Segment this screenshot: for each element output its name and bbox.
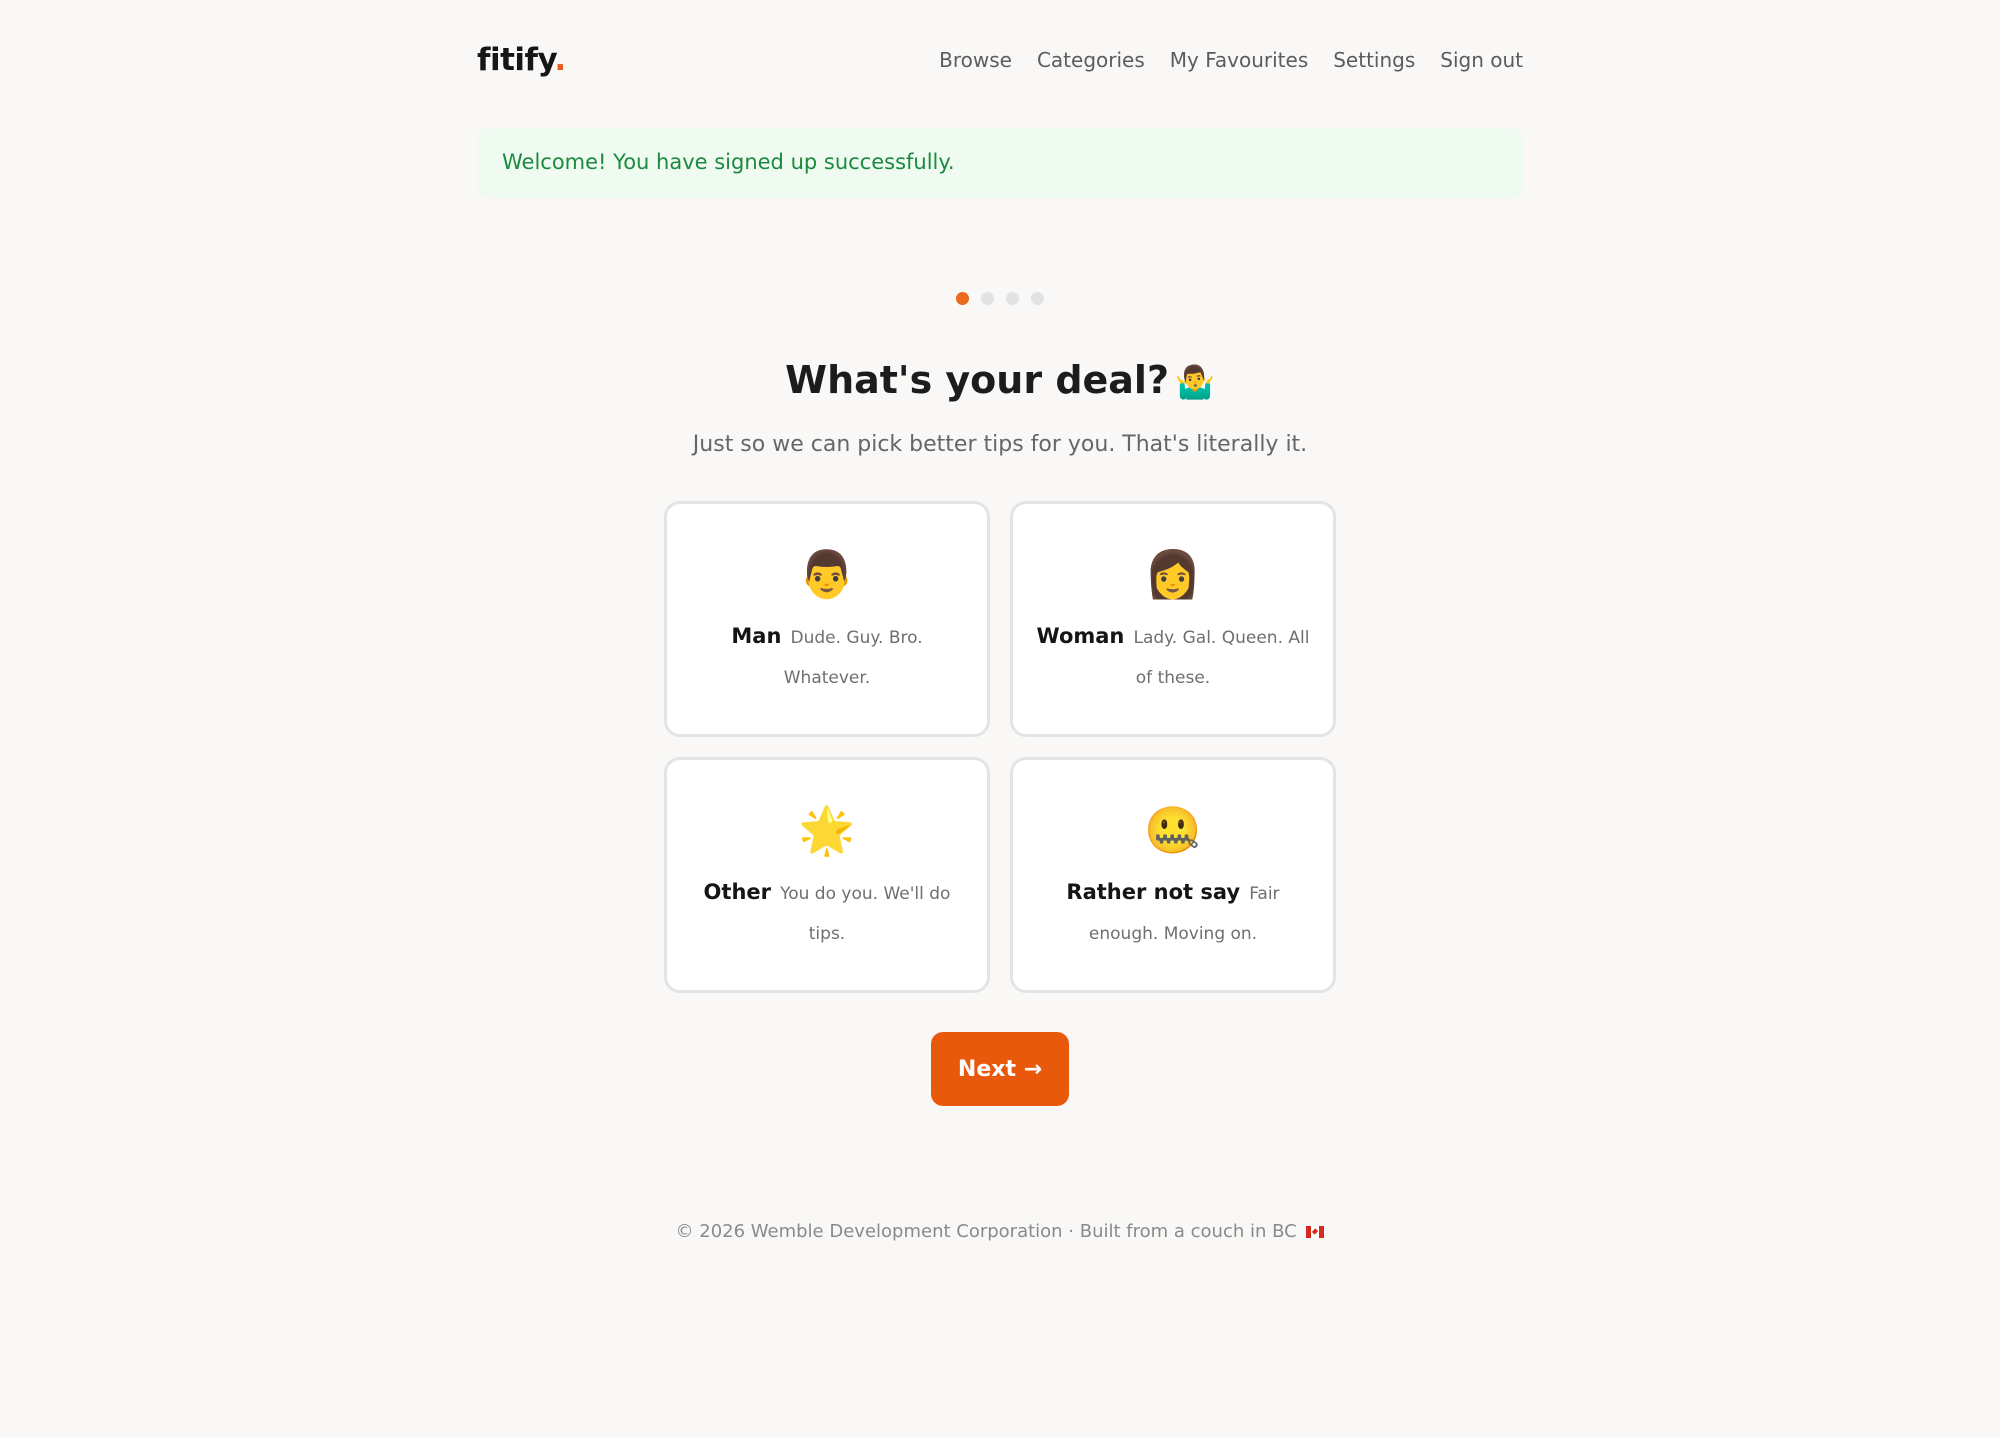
site-header: fitify. Browse Categories My Favourites …	[477, 38, 1523, 86]
copyright-text: © 2026 Wemble Development Corporation · …	[675, 1221, 1297, 1242]
success-flash-message: Welcome! You have signed up successfully…	[477, 128, 1523, 198]
option-man[interactable]: 👨 Man Dude. Guy. Bro. Whatever.	[664, 501, 990, 737]
woman-icon: 👩	[1144, 547, 1202, 601]
option-description: You do you. We'll do tips.	[780, 884, 951, 944]
progress-dots	[477, 292, 1523, 305]
option-woman[interactable]: 👩 Woman Lady. Gal. Queen. All of these.	[1010, 501, 1336, 737]
zipper-mouth-icon: 🤐	[1144, 803, 1202, 857]
nav-settings[interactable]: Settings	[1333, 48, 1415, 72]
nav-browse[interactable]: Browse	[939, 48, 1012, 72]
option-label: Woman	[1036, 624, 1125, 648]
canada-flag-icon	[1306, 1226, 1325, 1238]
progress-dot-step-1	[956, 292, 969, 305]
site-footer: © 2026 Wemble Development Corporation · …	[477, 1221, 1523, 1242]
logo[interactable]: fitify.	[477, 42, 566, 78]
option-description: Dude. Guy. Bro. Whatever.	[783, 628, 923, 688]
option-text: Other You do you. We'll do tips.	[687, 872, 967, 954]
nav-sign-out[interactable]: Sign out	[1440, 48, 1523, 72]
option-label: Rather not say	[1066, 880, 1241, 904]
next-button[interactable]: Next →	[931, 1032, 1069, 1106]
option-rather-not-say[interactable]: 🤐 Rather not say Fair enough. Moving on.	[1010, 757, 1336, 993]
logo-text: fitify	[477, 42, 555, 78]
logo-dot: .	[554, 42, 566, 78]
star-icon: 🌟	[798, 803, 856, 857]
man-icon: 👨	[798, 547, 856, 601]
page-title: What's your deal? 🤷‍♂️	[477, 358, 1523, 402]
shrug-icon: 🤷‍♂️	[1175, 363, 1215, 401]
gender-options-grid: 👨 Man Dude. Guy. Bro. Whatever. 👩 Woman …	[664, 501, 1336, 993]
progress-dot-step-3	[1006, 292, 1019, 305]
nav-categories[interactable]: Categories	[1037, 48, 1145, 72]
option-description: Lady. Gal. Queen. All of these.	[1133, 628, 1310, 688]
option-label: Other	[703, 880, 771, 904]
option-other[interactable]: 🌟 Other You do you. We'll do tips.	[664, 757, 990, 993]
nav-my-favourites[interactable]: My Favourites	[1170, 48, 1308, 72]
option-label: Man	[731, 624, 782, 648]
main-nav: Browse Categories My Favourites Settings…	[939, 48, 1523, 72]
page-subtitle: Just so we can pick better tips for you.…	[692, 432, 1308, 457]
progress-dot-step-2	[981, 292, 994, 305]
option-text: Man Dude. Guy. Bro. Whatever.	[687, 616, 967, 698]
progress-dot-step-4	[1031, 292, 1044, 305]
page-title-text: What's your deal?	[785, 358, 1169, 402]
option-text: Woman Lady. Gal. Queen. All of these.	[1033, 616, 1313, 698]
option-text: Rather not say Fair enough. Moving on.	[1033, 872, 1313, 954]
